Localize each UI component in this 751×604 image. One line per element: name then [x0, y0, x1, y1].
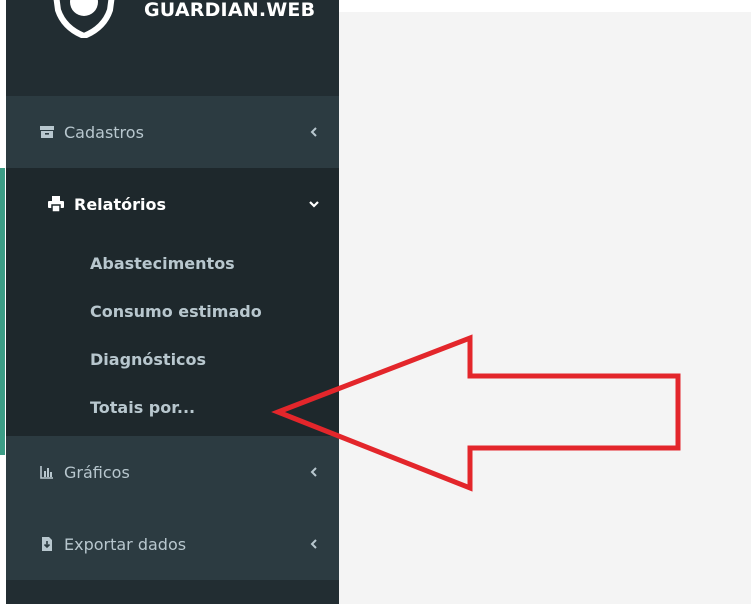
chevron-left-icon	[310, 127, 317, 137]
file-download-icon	[42, 537, 52, 551]
red-arrow-annotation	[271, 334, 681, 492]
sidebar-item-exportar-dados[interactable]: Exportar dados	[6, 508, 339, 580]
printer-icon	[48, 196, 64, 212]
chevron-left-icon	[310, 539, 317, 549]
sidebar-item-relatorios-row[interactable]: Relatórios	[6, 168, 339, 240]
archive-icon	[40, 126, 54, 138]
sidebar-item-label: Gráficos	[64, 462, 130, 482]
chevron-down-icon	[309, 201, 319, 208]
submenu-item-consumo-estimado[interactable]: Consumo estimado	[6, 288, 339, 336]
brand-header[interactable]: GUARDIAN.WEB	[6, 0, 339, 96]
submenu-item-abastecimentos[interactable]: Abastecimentos	[6, 240, 339, 288]
sidebar-item-label: Relatórios	[74, 194, 166, 214]
sidebar-item-cadastros-row[interactable]: Cadastros	[6, 96, 339, 168]
bar-chart-icon	[40, 466, 53, 479]
brand-name: GUARDIAN.WEB	[144, 0, 316, 21]
shield-logo-icon	[53, 0, 115, 38]
sidebar-item-label: Cadastros	[64, 122, 144, 142]
sidebar-item-label: Exportar dados	[64, 534, 187, 554]
active-indicator	[0, 168, 5, 455]
main-content-area	[339, 12, 751, 604]
sidebar-item-exportar-dados-row[interactable]: Exportar dados	[6, 508, 339, 580]
sidebar: GUARDIAN.WEB Cadastros Relatórios Abaste…	[0, 0, 339, 604]
sidebar-item-cadastros[interactable]: Cadastros	[6, 96, 339, 168]
